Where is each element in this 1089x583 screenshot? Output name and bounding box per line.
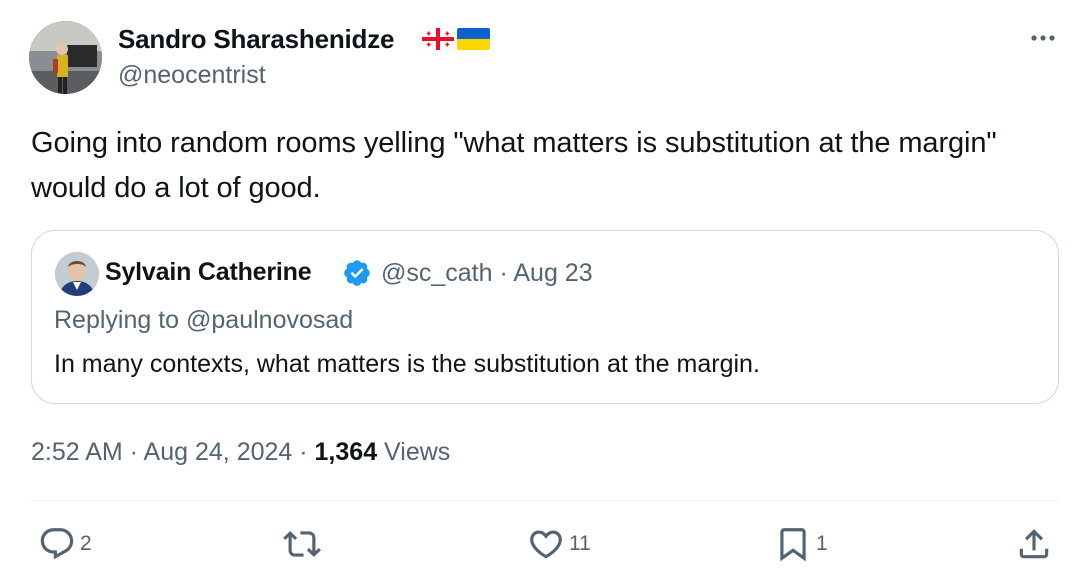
tweet-text: Going into random rooms yelling "what ma… xyxy=(31,127,997,204)
tweet-card: Sandro Sharashenidze @neocentrist Going … xyxy=(0,0,1089,583)
reply-icon xyxy=(40,528,74,560)
quoted-tweet[interactable]: Sylvain Catherine @sc_cath · Aug 23 Repl… xyxy=(31,230,1059,404)
bookmark-button[interactable]: 1 xyxy=(774,524,828,564)
views-count: 1,364 xyxy=(314,438,378,466)
quoted-tweet-meta: @sc_cath · Aug 23 xyxy=(381,259,593,287)
replying-to-label: Replying to @paulnovosad xyxy=(54,306,354,334)
bookmark-icon xyxy=(780,528,806,562)
reply-count: 2 xyxy=(80,532,92,555)
georgia-flag-icon xyxy=(422,28,454,50)
tweet-timestamp-row: 2:52 AM · Aug 24, 2024 · 1,364 Views xyxy=(31,438,450,467)
avatar-photo-icon xyxy=(55,252,99,296)
repost-button[interactable] xyxy=(283,524,325,564)
like-count: 11 xyxy=(569,532,591,555)
quoted-author-name[interactable]: Sylvain Catherine xyxy=(105,258,312,287)
author-handle[interactable]: @neocentrist xyxy=(118,61,266,90)
reply-button[interactable]: 2 xyxy=(38,524,92,564)
repost-icon xyxy=(283,531,321,557)
tweet-timestamp[interactable]: 2:52 AM · Aug 24, 2024 · xyxy=(31,438,315,466)
like-button[interactable]: 11 xyxy=(527,524,591,564)
share-button[interactable] xyxy=(1015,524,1053,564)
share-icon xyxy=(1019,529,1049,559)
divider xyxy=(31,500,1059,501)
avatar-photo-icon xyxy=(29,21,102,94)
author-name[interactable]: Sandro Sharashenidze xyxy=(118,24,395,55)
quoted-tweet-text: In many contexts, what matters is the su… xyxy=(54,350,760,378)
quoted-author-avatar[interactable] xyxy=(55,252,99,296)
ukraine-flag-icon xyxy=(457,28,490,50)
author-avatar[interactable] xyxy=(29,21,102,94)
more-options-icon[interactable] xyxy=(1026,26,1060,50)
heart-icon xyxy=(530,530,562,559)
bookmark-count: 1 xyxy=(816,532,828,555)
verified-badge-icon xyxy=(344,260,370,286)
views-label: Views xyxy=(377,438,451,466)
